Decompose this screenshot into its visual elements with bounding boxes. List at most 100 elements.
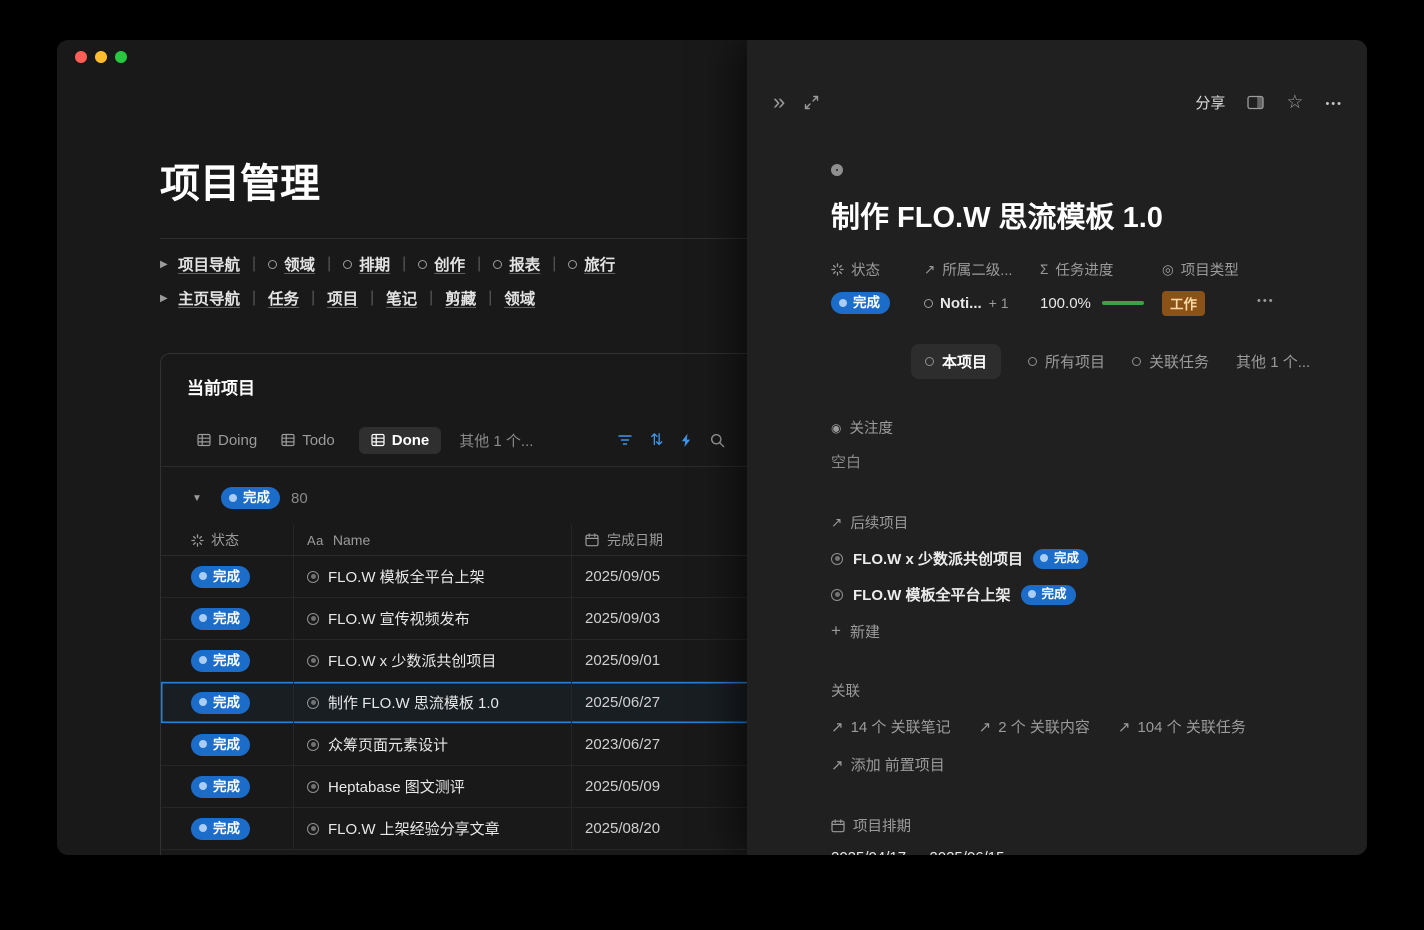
status-pill: 完成 (191, 566, 250, 588)
peek-toolbar-left (773, 92, 819, 112)
nav-link-creation[interactable]: 创作 (418, 253, 465, 275)
property-label-parent[interactable]: 所属二级... (924, 259, 1040, 280)
more-options-icon[interactable] (1325, 94, 1343, 111)
view-tab-done[interactable]: Done (359, 427, 442, 454)
related-notes-link[interactable]: 14 个 关联笔记 (831, 716, 951, 737)
nav-link-home-nav[interactable]: 主页导航 (178, 287, 240, 309)
status-pill: 完成 (831, 292, 890, 314)
project-circle-icon (307, 613, 319, 625)
property-value-type[interactable]: 工作 (1162, 292, 1337, 314)
group-collapse-icon[interactable] (192, 493, 210, 504)
plus-icon (831, 623, 841, 640)
nav-link-tasks[interactable]: 任务 (268, 287, 299, 309)
cell-name[interactable]: 制作 FLO.W 思流模板 1.0 (293, 682, 571, 723)
peek-body: 制作 FLO.W 思流模板 1.0 状态 完成 所属二级... (747, 164, 1367, 855)
property-value-progress[interactable]: 100.0% (1040, 292, 1162, 314)
relations-section-label: 关联 (831, 680, 1337, 701)
property-label-type[interactable]: 项目类型 (1162, 259, 1337, 280)
page-circle-icon (924, 299, 933, 308)
zoom-window-button[interactable] (115, 51, 127, 63)
calendar-icon (585, 533, 599, 547)
new-followup-button[interactable]: 新建 (831, 621, 1337, 642)
minimize-window-button[interactable] (95, 51, 107, 63)
expand-full-page-icon[interactable] (804, 95, 819, 110)
cell-name[interactable]: Heptabase 图文测评 (293, 766, 571, 807)
relation-arrow-icon (924, 262, 935, 278)
nav-link-travel[interactable]: 旅行 (568, 253, 615, 275)
tab-more[interactable]: 其他 1 个... (1236, 351, 1310, 372)
property-value-status[interactable]: 完成 (831, 292, 924, 314)
attention-empty-value[interactable]: 空白 (831, 451, 1337, 472)
property-status: 状态 完成 (831, 259, 924, 314)
view-tab-todo[interactable]: Todo (281, 432, 335, 449)
cell-name[interactable]: FLO.W 上架经验分享文章 (293, 808, 571, 849)
project-circle-icon (307, 571, 319, 583)
property-parent: 所属二级... Noti... + 1 (924, 259, 1040, 314)
schedule-date-range[interactable]: 2025/04/17 → 2025/06/15 (831, 849, 1337, 855)
favorite-star-icon[interactable] (1286, 91, 1303, 114)
group-status-pill[interactable]: 完成 (221, 487, 280, 509)
nav-link-projects[interactable]: 项目 (327, 287, 358, 309)
nav-link-report[interactable]: 报表 (493, 253, 540, 275)
nav-link-domain[interactable]: 领域 (268, 253, 315, 275)
close-peek-icon[interactable] (773, 92, 785, 112)
property-label-status[interactable]: 状态 (831, 259, 924, 280)
toggle-triangle-icon[interactable] (160, 259, 178, 270)
relation-links-row: 14 个 关联笔记 2 个 关联内容 104 个 关联任务 (831, 716, 1337, 737)
followup-projects-label[interactable]: 后续项目 (831, 512, 1337, 533)
filter-icon[interactable] (617, 433, 633, 447)
cell-name[interactable]: 众筹页面元素设计 (293, 724, 571, 765)
relation-arrow-icon (831, 718, 844, 736)
automation-lightning-icon[interactable] (680, 433, 693, 448)
cell-name[interactable]: FLO.W 宣传视频发布 (293, 598, 571, 639)
project-circle-icon (307, 781, 319, 793)
cell-name[interactable]: FLO.W x 少数派共创项目 (293, 640, 571, 681)
view-tab-doing[interactable]: Doing (197, 432, 257, 449)
page-circle-icon (493, 260, 502, 269)
tab-this-project[interactable]: 本项目 (911, 344, 1001, 379)
related-content-link[interactable]: 2 个 关联内容 (979, 716, 1090, 737)
nav-link-notes[interactable]: 笔记 (386, 287, 417, 309)
sort-icon[interactable] (650, 430, 663, 450)
status-pill: 完成 (191, 608, 250, 630)
column-header-name[interactable]: Aa Name (293, 525, 571, 555)
search-icon[interactable] (710, 433, 725, 448)
attention-property-label[interactable]: 关注度 (831, 417, 1337, 438)
status-spinner-icon (191, 534, 204, 547)
separator (488, 289, 492, 307)
schedule-property-label[interactable]: 项目排期 (831, 815, 1337, 836)
separator (311, 289, 315, 307)
followup-item[interactable]: FLO.W 模板全平台上架 完成 (831, 584, 1337, 605)
related-tasks-link[interactable]: 104 个 关联任务 (1118, 716, 1246, 737)
nav-link-domains[interactable]: 领域 (504, 287, 535, 309)
tab-all-projects[interactable]: 所有项目 (1028, 351, 1105, 372)
share-button[interactable]: 分享 (1195, 92, 1225, 113)
relation-arrow-icon (831, 756, 844, 774)
circle-icon (1028, 357, 1037, 366)
project-circle-icon (307, 697, 319, 709)
add-predecessor-link[interactable]: 添加 前置项目 (831, 754, 945, 775)
nav-link-schedule[interactable]: 排期 (343, 253, 390, 275)
close-window-button[interactable] (75, 51, 87, 63)
toggle-triangle-icon[interactable] (160, 293, 178, 304)
separator (429, 289, 433, 307)
project-page-icon[interactable] (831, 164, 843, 176)
more-properties-icon[interactable] (1257, 291, 1275, 308)
more-views-button[interactable]: 其他 1 个... (459, 430, 533, 451)
project-circle-icon (831, 553, 843, 565)
property-type: 项目类型 工作 (1162, 259, 1337, 314)
side-peek-layout-icon[interactable] (1247, 95, 1264, 110)
nav-link-project-nav[interactable]: 项目导航 (178, 253, 240, 275)
project-circle-icon (831, 589, 843, 601)
cell-name[interactable]: FLO.W 模板全平台上架 (293, 556, 571, 597)
property-value-parent[interactable]: Noti... + 1 (924, 292, 1040, 314)
separator (552, 255, 556, 273)
nav-link-clips[interactable]: 剪藏 (445, 287, 476, 309)
tab-related-tasks[interactable]: 关联任务 (1132, 351, 1209, 372)
page-circle-icon (343, 260, 352, 269)
column-header-status[interactable]: 状态 (161, 530, 293, 550)
followup-item[interactable]: FLO.W x 少数派共创项目 完成 (831, 548, 1337, 569)
property-label-progress[interactable]: 任务进度 (1040, 259, 1162, 280)
relation-arrow-icon (979, 718, 992, 736)
status-pill: 完成 (1033, 549, 1088, 569)
